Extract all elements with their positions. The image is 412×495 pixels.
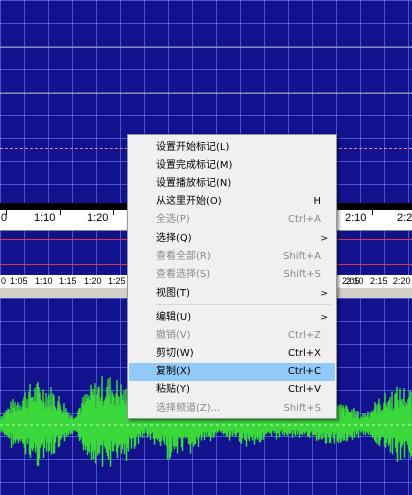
- timeline-label: 0: [1, 212, 8, 224]
- menu-item-label: 撤销(V): [156, 330, 191, 341]
- menu-item-label: 选择频道(Z)...: [156, 403, 221, 414]
- timeline-label: 2:10: [346, 276, 364, 286]
- context-menu: 设置开始标记(L) 设置完成标记(M) 设置播放标记(N) 从这里开始(O) H 全选(P…: [127, 134, 337, 419]
- menu-item[interactable]: 查看全部(R) Shift+A: [129, 248, 335, 266]
- menu-item[interactable]: 选择(Q) >: [129, 230, 335, 248]
- timeline-label: 2:2: [397, 212, 412, 224]
- timeline-label: 1:05: [10, 276, 28, 286]
- menu-item-label: 查看全部(R): [156, 251, 211, 262]
- menu-item-shortcut: H: [313, 196, 321, 207]
- menu-item-label: 全选(P): [156, 214, 190, 225]
- menu-item[interactable]: 编辑(U) >: [129, 309, 335, 327]
- timeline-label: 1:15: [59, 276, 77, 286]
- menu-item[interactable]: 设置开始标记(L): [129, 139, 335, 157]
- timeline-label: 1:10: [34, 212, 56, 224]
- menu-item-label: 剪切(W): [156, 348, 194, 359]
- menu-item[interactable]: 视图(T) >: [129, 285, 335, 303]
- tick: [113, 210, 114, 215]
- timeline-label: 1:20: [84, 276, 102, 286]
- menu-item-label: 复制(X): [156, 366, 191, 377]
- menu-item-shortcut: Ctrl+A: [287, 214, 321, 225]
- submenu-arrow-icon: >: [320, 234, 328, 244]
- menu-item-shortcut: Ctrl+V: [287, 384, 321, 395]
- timeline-label: 2:10: [345, 212, 367, 224]
- tick: [372, 210, 373, 215]
- menu-item-label: 视图(T): [156, 288, 190, 299]
- menu-item[interactable]: 选择频道(Z)... Shift+S: [129, 400, 335, 418]
- timeline-label: 2:20: [393, 276, 411, 286]
- menu-item-shortcut: Ctrl+X: [287, 348, 321, 359]
- menu-item-shortcut: Ctrl+Z: [287, 330, 321, 341]
- menu-item-label: 设置完成标记(M): [156, 160, 233, 171]
- menu-separator: [156, 304, 332, 305]
- timeline-label: 1:20: [87, 212, 109, 224]
- timeline-label: 1:25: [108, 276, 126, 286]
- menu-item[interactable]: 设置完成标记(M): [129, 157, 335, 175]
- menu-item-label: 选择(Q): [156, 233, 192, 244]
- menu-item-shortcut: Ctrl+C: [287, 366, 321, 377]
- menu-item[interactable]: 全选(P) Ctrl+A: [129, 211, 335, 229]
- tick: [60, 210, 61, 215]
- menu-item[interactable]: 设置播放标记(N): [129, 175, 335, 193]
- menu-item-label: 从这里开始(O): [156, 196, 222, 207]
- menu-item[interactable]: 查看选择(S) Shift+S: [129, 266, 335, 284]
- menu-item-label: 查看选择(S): [156, 269, 211, 280]
- timeline-label: 0: [1, 276, 7, 286]
- menu-item-label: 设置播放标记(N): [156, 178, 232, 189]
- menu-item-label: 粘贴(Y): [156, 384, 190, 395]
- menu-item-shortcut: Shift+S: [283, 403, 321, 414]
- timeline-label: 1:10: [35, 276, 53, 286]
- timeline-label: 2:15: [370, 276, 388, 286]
- menu-item[interactable]: 从这里开始(O) H: [129, 193, 335, 211]
- menu-item[interactable]: 复制(X) Ctrl+C: [129, 363, 335, 381]
- grid-line: [0, 47, 412, 48]
- menu-item[interactable]: 粘贴(Y) Ctrl+V: [129, 381, 335, 399]
- menu-item-label: 编辑(U): [156, 312, 192, 323]
- submenu-arrow-icon: >: [320, 313, 328, 323]
- submenu-arrow-icon: >: [320, 289, 328, 299]
- menu-item[interactable]: 撤销(V) Ctrl+Z: [129, 327, 335, 345]
- menu-item-shortcut: Shift+A: [283, 251, 321, 262]
- grid-line: [0, 93, 412, 94]
- menu-item-label: 设置开始标记(L): [156, 142, 230, 153]
- menu-item-shortcut: Shift+S: [283, 269, 321, 280]
- menu-item[interactable]: 剪切(W) Ctrl+X: [129, 345, 335, 363]
